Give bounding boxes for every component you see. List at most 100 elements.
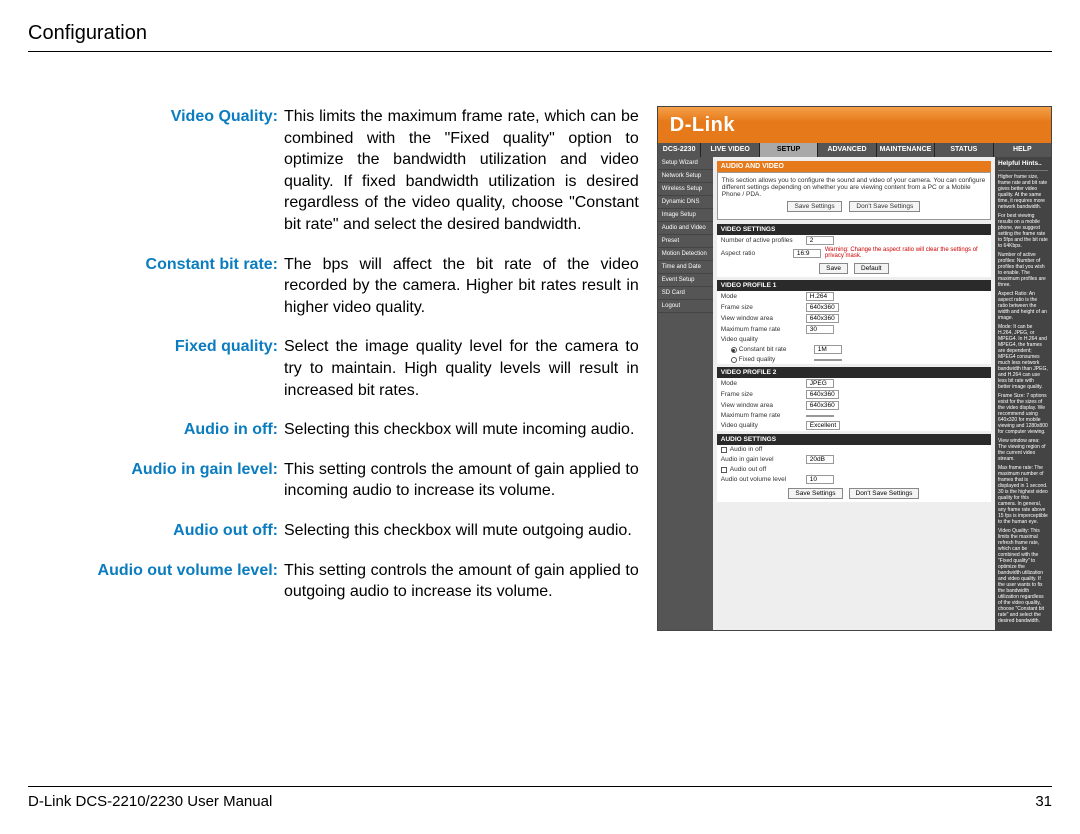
- sidebar-item[interactable]: Setup Wizard: [658, 157, 713, 170]
- tab-help[interactable]: HELP: [993, 143, 1051, 157]
- hint-text: For best viewing results on a mobile pho…: [998, 213, 1048, 249]
- label-audio-in-off: Audio in off:: [28, 419, 284, 441]
- sidebar-item[interactable]: Image Setup: [658, 209, 713, 222]
- select-framerate2[interactable]: [806, 415, 834, 417]
- sidebar: Setup Wizard Network Setup Wireless Setu…: [658, 157, 713, 630]
- select-framesize2[interactable]: 640x360: [806, 390, 839, 399]
- label-audio-in-gain: Audio in gain level:: [28, 459, 284, 502]
- audio-head: AUDIO SETTINGS: [717, 434, 991, 445]
- select-volume[interactable]: 10: [806, 475, 834, 484]
- dont-save-button[interactable]: Don't Save Settings: [849, 488, 920, 499]
- sidebar-item[interactable]: Wireless Setup: [658, 183, 713, 196]
- field-label: Audio in gain level: [721, 456, 806, 463]
- select-framerate[interactable]: 30: [806, 325, 834, 334]
- select-profiles[interactable]: 2: [806, 236, 834, 245]
- radio-cbr[interactable]: [731, 347, 737, 353]
- hint-text: Number of active profiles: Number of pro…: [998, 252, 1048, 288]
- main-panel: AUDIO AND VIDEO This section allows you …: [713, 157, 995, 630]
- sidebar-item[interactable]: Network Setup: [658, 170, 713, 183]
- select-window[interactable]: 640x360: [806, 314, 839, 323]
- hint-text: Max frame rate: The maximum number of fr…: [998, 465, 1048, 525]
- dont-save-button[interactable]: Don't Save Settings: [849, 201, 920, 212]
- select-framesize[interactable]: 640x360: [806, 303, 839, 312]
- sidebar-item[interactable]: SD Card: [658, 287, 713, 300]
- select-gain[interactable]: 20dB: [806, 455, 834, 464]
- profile2-head: VIDEO PROFILE 2: [717, 367, 991, 378]
- checkbox-audio-in-off[interactable]: [721, 447, 727, 453]
- save-button[interactable]: Save: [819, 263, 848, 274]
- select-fixed[interactable]: [814, 359, 842, 361]
- model-label: DCS-2230: [658, 143, 701, 157]
- save-button[interactable]: Save Settings: [788, 488, 842, 499]
- field-label: Audio out off: [730, 466, 815, 473]
- sidebar-item[interactable]: Event Setup: [658, 274, 713, 287]
- sidebar-item[interactable]: Dynamic DNS: [658, 196, 713, 209]
- select-mode[interactable]: H.264: [806, 292, 834, 301]
- field-label: Maximum frame rate: [721, 326, 806, 333]
- footer-left: D-Link DCS-2210/2230 User Manual: [28, 793, 272, 810]
- hint-text: Mode: It can be H.264, JPEG, or MPEG4. I…: [998, 324, 1048, 390]
- page-title: Configuration: [28, 22, 1052, 45]
- field-label: Frame size: [721, 391, 806, 398]
- tab-live-video[interactable]: LIVE VIDEO: [700, 143, 758, 157]
- text-audio-in-gain: This setting controls the amount of gain…: [284, 459, 639, 502]
- radio-fixed[interactable]: [731, 357, 737, 363]
- select-bitrate[interactable]: 1M: [814, 345, 842, 354]
- hint-text: Frame Size: 7 options exist for the size…: [998, 393, 1048, 435]
- tab-status[interactable]: STATUS: [934, 143, 992, 157]
- field-label: Video quality: [721, 336, 806, 343]
- sidebar-item[interactable]: Logout: [658, 300, 713, 313]
- tab-setup[interactable]: SETUP: [759, 143, 817, 157]
- hint-text: Video Quality: This limits the maximal r…: [998, 528, 1048, 624]
- hint-text: Aspect Ratio: An aspect ratio is the rat…: [998, 291, 1048, 321]
- label-audio-out-off: Audio out off:: [28, 520, 284, 542]
- field-label: Frame size: [721, 304, 806, 311]
- hints-title: Helpful Hints..: [998, 160, 1048, 171]
- tab-maintenance[interactable]: MAINTENANCE: [876, 143, 934, 157]
- text-audio-out-volume: This setting controls the amount of gain…: [284, 560, 639, 603]
- select-aspect[interactable]: 16:9: [793, 249, 821, 258]
- section-title: AUDIO AND VIDEO: [717, 161, 991, 172]
- checkbox-audio-out-off[interactable]: [721, 467, 727, 473]
- field-label: Mode: [721, 293, 806, 300]
- divider: [28, 51, 1052, 52]
- field-label: Constant bit rate: [739, 346, 814, 353]
- field-label: Audio in off: [730, 446, 815, 453]
- sidebar-item[interactable]: Time and Date: [658, 261, 713, 274]
- field-label: Audio out volume level: [721, 476, 806, 483]
- field-label: Aspect ratio: [721, 250, 793, 257]
- sidebar-item[interactable]: Audio and Video: [658, 222, 713, 235]
- text-constant-bit-rate: The bps will affect the bit rate of the …: [284, 254, 639, 319]
- label-audio-out-volume: Audio out volume level:: [28, 560, 284, 603]
- save-button[interactable]: Save Settings: [787, 201, 841, 212]
- default-button[interactable]: Default: [854, 263, 889, 274]
- sidebar-item[interactable]: Motion Detection: [658, 248, 713, 261]
- tab-advanced[interactable]: ADVANCED: [817, 143, 875, 157]
- brand-logo: D-Link: [658, 107, 1051, 143]
- select-window2[interactable]: 640x360: [806, 401, 839, 410]
- tab-bar: DCS-2230 LIVE VIDEO SETUP ADVANCED MAINT…: [658, 143, 1051, 157]
- text-audio-in-off: Selecting this checkbox will mute incomi…: [284, 419, 634, 441]
- field-label: Video quality: [721, 422, 806, 429]
- field-label: View window area: [721, 315, 806, 322]
- section-desc: This section allows you to configure the…: [717, 172, 991, 220]
- definition-list: Video Quality:This limits the maximum fr…: [28, 106, 639, 631]
- select-quality2[interactable]: Excellent: [806, 421, 840, 430]
- section-desc-text: This section allows you to configure the…: [722, 177, 986, 198]
- warning-text: Warning: Change the aspect ratio will cl…: [821, 247, 987, 259]
- label-constant-bit-rate: Constant bit rate:: [28, 254, 284, 319]
- hint-text: Higher frame size, frame rate and bit ra…: [998, 174, 1048, 210]
- page-number: 31: [1035, 793, 1052, 810]
- label-video-quality: Video Quality:: [28, 106, 284, 236]
- field-label: Number of active profiles: [721, 237, 806, 244]
- hints-panel: Helpful Hints.. Higher frame size, frame…: [995, 157, 1051, 630]
- text-audio-out-off: Selecting this checkbox will mute outgoi…: [284, 520, 632, 542]
- field-label: Fixed quality: [739, 356, 814, 363]
- field-label: Maximum frame rate: [721, 412, 806, 419]
- text-video-quality: This limits the maximum frame rate, whic…: [284, 106, 639, 236]
- label-fixed-quality: Fixed quality:: [28, 336, 284, 401]
- sidebar-item[interactable]: Preset: [658, 235, 713, 248]
- hint-text: View window area: The viewing region of …: [998, 438, 1048, 462]
- select-mode2[interactable]: JPEG: [806, 379, 834, 388]
- field-label: Mode: [721, 380, 806, 387]
